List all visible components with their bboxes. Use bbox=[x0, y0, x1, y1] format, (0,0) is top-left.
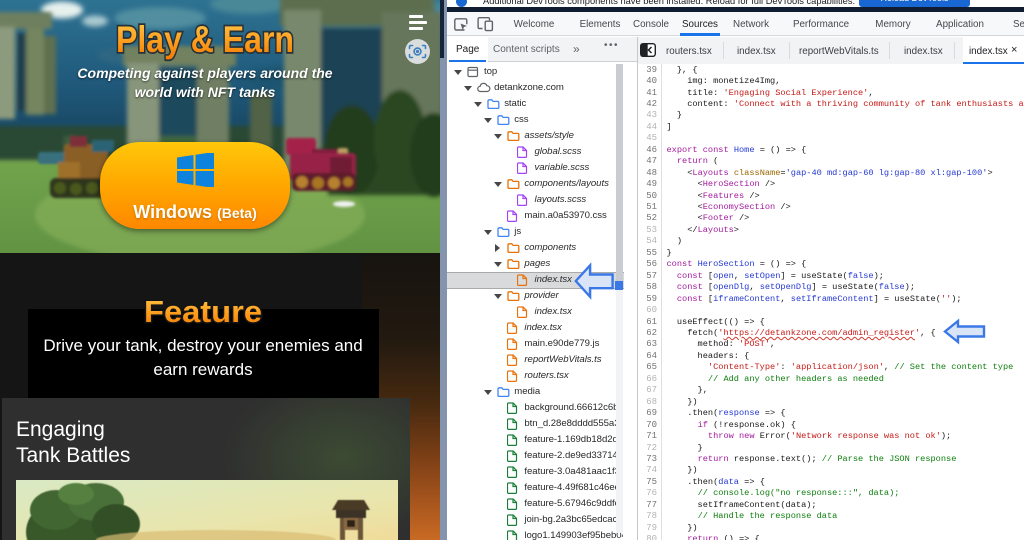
svg-text:Play & Earn: Play & Earn bbox=[116, 19, 294, 60]
svg-text:Feature: Feature bbox=[144, 294, 262, 329]
